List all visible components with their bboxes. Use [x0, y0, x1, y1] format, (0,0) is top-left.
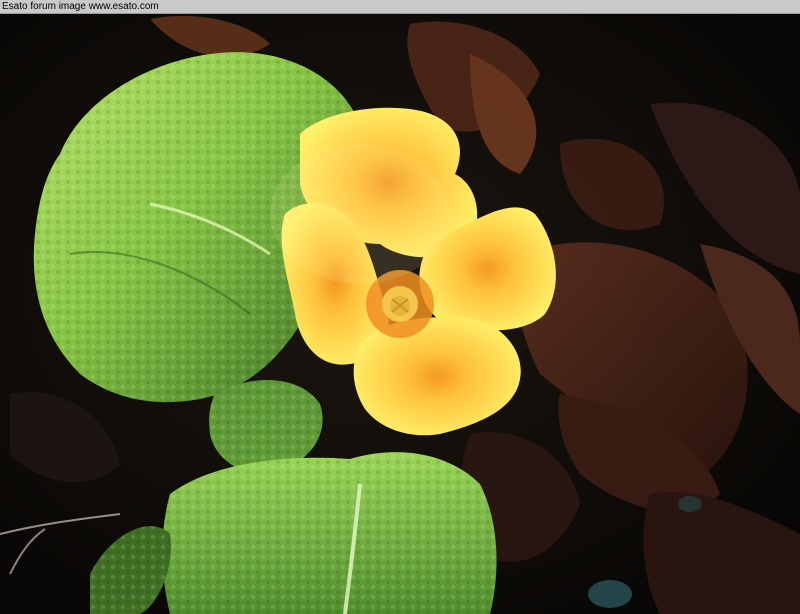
- watermark-text: Esato forum image www.esato.com: [2, 1, 159, 12]
- pebble: [588, 580, 632, 608]
- sun-highlight: [270, 144, 450, 284]
- green-leaf-bottom: [162, 452, 497, 614]
- primrose-photo: [0, 14, 800, 614]
- pebble-2: [678, 496, 702, 512]
- watermark-bar: Esato forum image www.esato.com: [0, 0, 800, 14]
- image-viewer: Esato forum image www.esato.com: [0, 0, 800, 614]
